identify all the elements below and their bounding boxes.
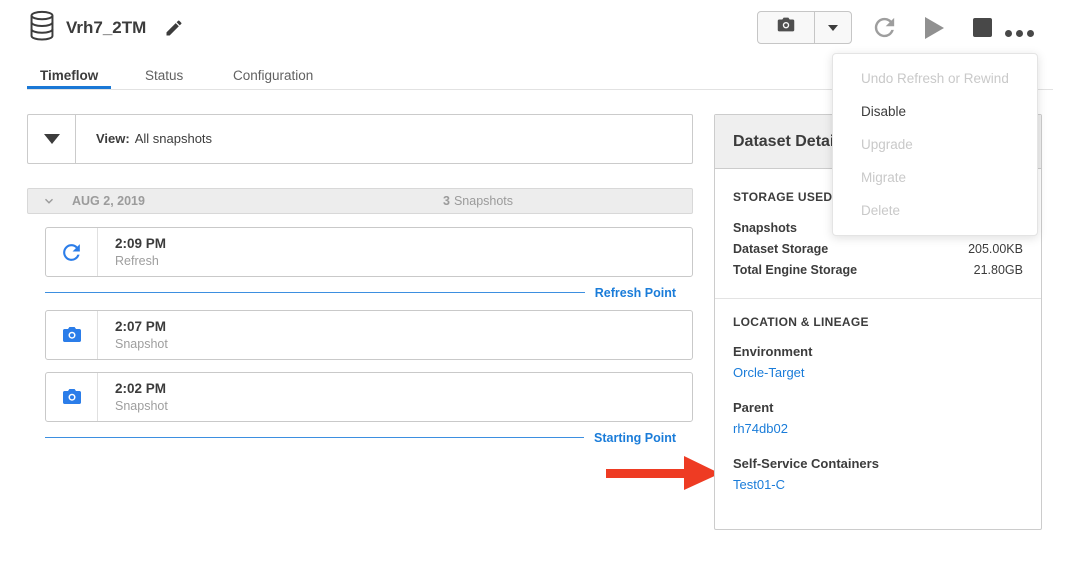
storage-row-dataset-storage: Dataset Storage 205.00KB — [733, 239, 1023, 260]
tab-timeflow[interactable]: Timeflow — [40, 68, 98, 83]
snapshot-time: 2:02 PM — [115, 381, 168, 396]
environment-label: Environment — [733, 341, 1023, 362]
triangle-down-icon — [44, 134, 60, 144]
starting-point-marker: Starting Point — [45, 430, 676, 445]
storage-row-total-engine-storage: Total Engine Storage 21.80GB — [733, 260, 1023, 281]
refresh-point-label: Refresh Point — [595, 286, 676, 300]
page-title: Vrh7_2TM — [66, 18, 146, 38]
camera-icon — [775, 14, 797, 41]
snapshot-split-button[interactable] — [757, 11, 852, 44]
snapshot-type: Refresh — [115, 254, 166, 268]
annotation-arrow-icon — [606, 456, 720, 495]
location-lineage-heading: LOCATION & LINEAGE — [733, 315, 1023, 329]
start-button[interactable] — [925, 17, 944, 39]
marker-line — [45, 292, 585, 293]
snapshot-type: Snapshot — [115, 337, 168, 351]
view-selector-value: View: All snapshots — [76, 115, 212, 163]
menu-item-migrate: Migrate — [833, 161, 1037, 194]
refresh-button[interactable] — [870, 13, 899, 47]
database-icon — [27, 10, 57, 47]
snapshot-count: 3Snapshots — [443, 189, 513, 213]
menu-item-delete: Delete — [833, 194, 1037, 227]
dataset-page: Vrh7_2TM Timeflow Status — [0, 0, 1079, 570]
snapshot-row[interactable]: 2:02 PM Snapshot — [45, 372, 693, 422]
self-service-containers-label: Self-Service Containers — [733, 453, 1023, 474]
chevron-down-icon — [828, 25, 838, 31]
snapshot-time: 2:07 PM — [115, 319, 168, 334]
starting-point-label: Starting Point — [594, 431, 676, 445]
self-service-containers-group: Self-Service Containers Test01-C — [733, 453, 1023, 495]
refresh-point-marker: Refresh Point — [45, 285, 676, 300]
refresh-icon — [46, 228, 98, 276]
tab-status[interactable]: Status — [145, 68, 183, 83]
menu-item-disable[interactable]: Disable — [833, 95, 1037, 128]
menu-item-upgrade: Upgrade — [833, 128, 1037, 161]
camera-icon — [46, 311, 98, 359]
snapshot-row[interactable]: 2:09 PM Refresh — [45, 227, 693, 277]
environment-link[interactable]: Orcle-Target — [733, 362, 805, 383]
chevron-down-icon — [42, 194, 56, 213]
view-label: View: — [96, 131, 130, 146]
more-actions-button[interactable] — [1005, 24, 1034, 42]
actions-dropdown-menu: Undo Refresh or Rewind Disable Upgrade M… — [832, 53, 1038, 236]
ellipsis-icon — [1005, 30, 1012, 37]
snapshot-options-button[interactable] — [815, 12, 851, 43]
camera-icon — [46, 373, 98, 421]
date-group-header[interactable]: AUG 2, 2019 3Snapshots — [27, 188, 693, 214]
snapshot-time: 2:09 PM — [115, 236, 166, 251]
snapshot-type: Snapshot — [115, 399, 168, 413]
snapshot-row[interactable]: 2:07 PM Snapshot — [45, 310, 693, 360]
view-selector[interactable]: View: All snapshots — [27, 114, 693, 164]
parent-group: Parent rh74db02 — [733, 397, 1023, 439]
menu-item-undo-refresh-or-rewind: Undo Refresh or Rewind — [833, 62, 1037, 95]
environment-group: Environment Orcle-Target — [733, 341, 1023, 383]
snapshot-button[interactable] — [758, 12, 815, 43]
parent-link[interactable]: rh74db02 — [733, 418, 788, 439]
view-value: All snapshots — [135, 131, 212, 146]
tab-configuration[interactable]: Configuration — [233, 68, 313, 83]
panel-divider — [715, 298, 1041, 299]
self-service-container-link[interactable]: Test01-C — [733, 474, 785, 495]
date-group-label: AUG 2, 2019 — [72, 189, 145, 213]
view-selector-caret[interactable] — [28, 115, 76, 163]
marker-line — [45, 437, 584, 438]
parent-label: Parent — [733, 397, 1023, 418]
stop-button[interactable] — [973, 18, 992, 37]
edit-title-icon[interactable] — [164, 18, 184, 43]
